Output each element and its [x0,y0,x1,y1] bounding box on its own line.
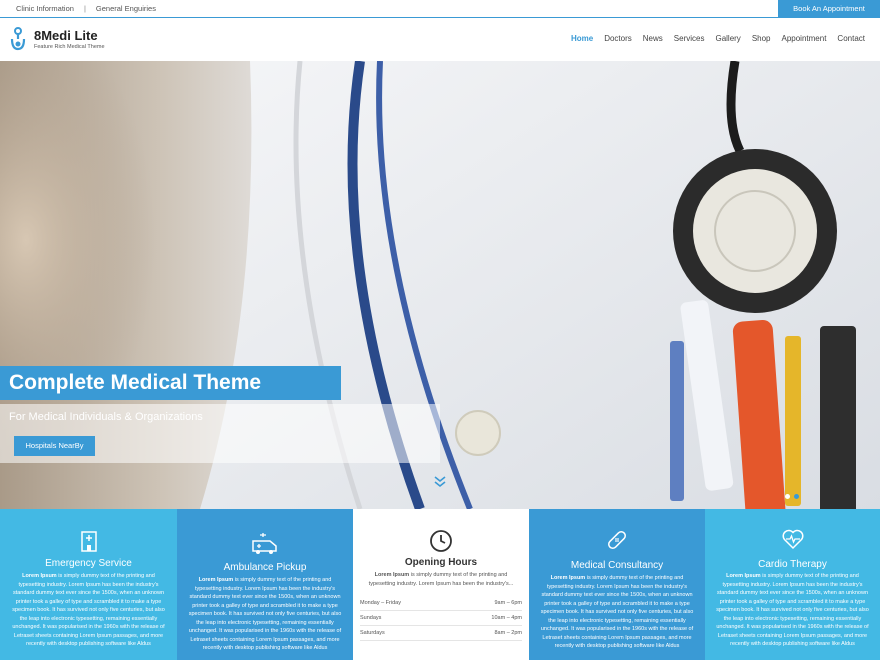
hours-time: 8am – 2pm [494,630,522,636]
hospital-icon [80,531,97,552]
feature-lead: Lorem Ipsum [726,573,761,579]
feature-opening-hours[interactable]: Opening Hours Lorem Ipsum is simply dumm… [353,509,529,660]
feature-text: Lorem Ipsum is simply dummy text of the … [187,576,343,653]
nav-doctors[interactable]: Doctors [604,34,632,43]
hours-day: Saturdays [360,630,385,636]
scroll-down-chevron-icon[interactable] [433,474,447,488]
feature-title: Emergency Service [45,558,132,569]
site-title[interactable]: 8Medi Lite [34,28,98,43]
hours-time: 9am – 6pm [494,600,522,606]
feature-body: is simply dummy text of the printing and… [188,577,342,651]
ambulance-icon [252,533,277,554]
nav-news[interactable]: News [643,34,663,43]
top-bar: Clinic Information | General Enguiries B… [0,0,880,18]
topbar-links: Clinic Information | General Enguiries [16,4,156,13]
feature-body: is simply dummy text of the printing and… [540,575,694,649]
hours-day: Monday – Friday [360,600,401,606]
bandage-icon [608,531,626,549]
opening-hours-table: Monday – Friday 9am – 6pm Sundays 10am –… [360,596,522,641]
feature-title: Opening Hours [404,557,478,568]
feature-body: is simply dummy text of the printing and… [12,573,165,647]
hero-slider: Complete Medical Theme For Medical Indiv… [0,61,880,509]
feature-title: Ambulance Pickup [223,562,307,573]
site-tagline: Feature Rich Medical Theme [34,44,105,50]
hero-title: Complete Medical Theme [0,366,341,400]
header: 8Medi Lite Feature Rich Medical Theme Ho… [0,18,880,61]
hero-subtitle: For Medical Individuals & Organizations [9,411,203,423]
nav-home[interactable]: Home [571,34,593,43]
feature-text: Lorem Ipsum is simply dummy text of the … [10,572,167,649]
feature-lead: Lorem Ipsum [550,575,586,581]
slider-dot-1[interactable] [785,494,790,499]
nav-contact[interactable]: Contact [837,34,865,43]
clock-icon [430,530,452,552]
general-enquiries-link[interactable]: General Enguiries [96,4,156,13]
feature-emergency-service[interactable]: Emergency Service Lorem Ipsum is simply … [0,509,177,660]
main-nav: Home Doctors News Services Gallery Shop … [571,34,865,43]
feature-ambulance-pickup[interactable]: Ambulance Pickup Lorem Ipsum is simply d… [177,509,353,660]
nav-appointment[interactable]: Appointment [782,34,827,43]
logo-stethoscope-icon[interactable] [8,27,28,53]
nav-gallery[interactable]: Gallery [715,34,740,43]
feature-cardio-therapy[interactable]: Cardio Therapy Lorem Ipsum is simply dum… [705,509,880,660]
feature-title: Cardio Therapy [758,559,827,570]
nav-shop[interactable]: Shop [752,34,771,43]
topbar-separator: | [83,4,86,13]
feature-lead: Lorem Ipsum [374,572,410,578]
slider-dot-2[interactable] [794,494,799,499]
hours-day: Sundays [360,615,382,621]
hours-row: Monday – Friday 9am – 6pm [360,596,522,611]
hospitals-nearby-button[interactable]: Hospitals NearBy [14,436,95,456]
feature-lead: Lorem Ipsum [198,577,234,583]
feature-lead: Lorem Ipsum [22,573,57,579]
book-appointment-button[interactable]: Book An Appointment [778,0,880,18]
hours-time: 10am – 4pm [491,615,522,621]
hours-row: Sundays 10am – 4pm [360,611,522,626]
clinic-information-link[interactable]: Clinic Information [16,4,74,13]
feature-text: Lorem Ipsum is simply dummy text of the … [715,572,870,649]
feature-text: Lorem Ipsum is simply dummy text of the … [363,571,519,588]
hours-row: Saturdays 8am – 2pm [360,626,522,641]
feature-title: Medical Consultancy [570,560,664,571]
feature-medical-consultancy[interactable]: Medical Consultancy Lorem Ipsum is simpl… [529,509,705,660]
feature-body: is simply dummy text of the printing and… [716,573,869,647]
features-section: Emergency Service Lorem Ipsum is simply … [0,509,880,660]
heart-pulse-icon [782,529,803,550]
feature-text: Lorem Ipsum is simply dummy text of the … [539,574,695,651]
nav-services[interactable]: Services [674,34,705,43]
